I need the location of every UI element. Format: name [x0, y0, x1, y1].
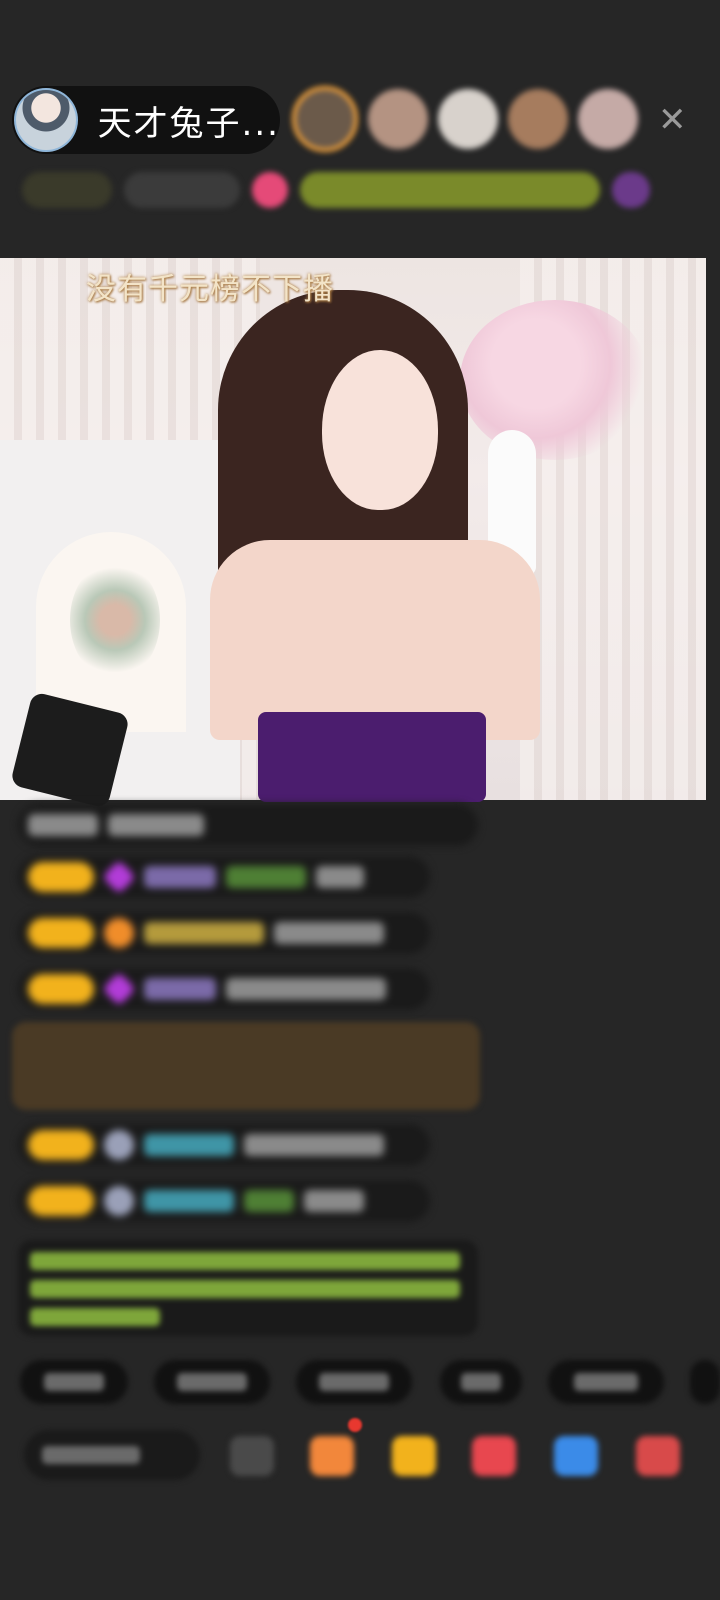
top-viewers — [292, 86, 638, 152]
host-name: 天才兔子... — [97, 103, 280, 144]
chat-message[interactable] — [18, 968, 430, 1010]
host-info[interactable]: 天才兔子... — [12, 86, 280, 154]
viewer-avatar[interactable] — [508, 89, 568, 149]
viewer-avatar[interactable] — [292, 86, 358, 152]
host-avatar[interactable] — [14, 88, 78, 152]
chat-message[interactable] — [18, 1124, 430, 1166]
chat-message[interactable] — [18, 856, 430, 898]
room-badges — [22, 172, 650, 208]
chat-icon[interactable] — [230, 1436, 274, 1476]
highlight-message[interactable] — [12, 1022, 480, 1110]
streamer-body — [210, 540, 540, 740]
viewer-avatar[interactable] — [578, 89, 638, 149]
gift-icon[interactable] — [310, 1436, 354, 1476]
chat-input[interactable] — [24, 1430, 200, 1480]
hot-icon[interactable] — [252, 172, 288, 208]
video-banner: 没有千元榜不下播 — [86, 272, 334, 307]
chat-message[interactable] — [18, 1180, 430, 1222]
notification-dot — [348, 1418, 362, 1432]
streamer-face — [322, 350, 438, 510]
streamer-top — [258, 712, 486, 802]
viewer-avatar[interactable] — [438, 89, 498, 149]
viewer-avatar[interactable] — [368, 89, 428, 149]
close-icon[interactable]: ✕ — [658, 100, 687, 140]
like-icon[interactable] — [472, 1436, 516, 1476]
plant — [70, 560, 160, 680]
gift-icon[interactable] — [612, 172, 650, 208]
quick-reply[interactable] — [296, 1360, 412, 1404]
more-icon[interactable] — [636, 1436, 680, 1476]
quick-reply[interactable] — [440, 1360, 522, 1404]
flowers — [460, 300, 650, 460]
quick-reply[interactable] — [20, 1360, 128, 1404]
fans-badge[interactable] — [124, 172, 240, 208]
treasure-icon[interactable] — [392, 1436, 436, 1476]
system-notice — [18, 1240, 478, 1336]
chat-message[interactable] — [18, 912, 430, 954]
quick-reply[interactable] — [154, 1360, 270, 1404]
chat-message[interactable] — [18, 804, 478, 846]
activity-banner[interactable] — [300, 172, 600, 208]
rank-badge[interactable] — [22, 172, 112, 208]
quick-reply[interactable] — [548, 1360, 664, 1404]
game-icon[interactable] — [554, 1436, 598, 1476]
quick-reply[interactable] — [690, 1360, 720, 1404]
